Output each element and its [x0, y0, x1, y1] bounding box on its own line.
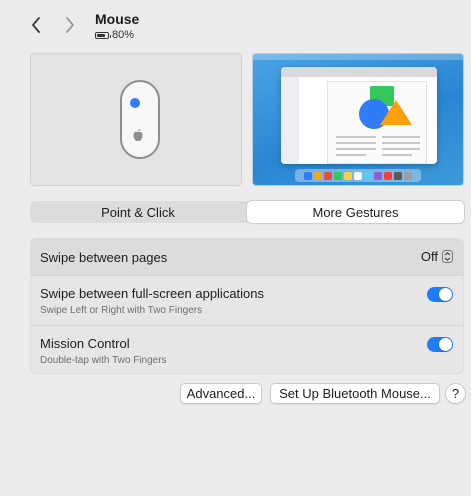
header: Mouse 80%	[0, 0, 471, 48]
text-line	[382, 154, 412, 156]
help-button[interactable]: ?	[445, 383, 466, 404]
dock-app-icon	[314, 171, 322, 180]
dock-app-icon	[334, 171, 342, 180]
text-line	[336, 148, 376, 150]
setup-bluetooth-mouse-button[interactable]: Set Up Bluetooth Mouse...	[270, 383, 440, 404]
dock-app-icon	[344, 171, 352, 180]
chevron-right-icon	[66, 17, 74, 33]
dock-app-icon	[354, 171, 362, 180]
chevron-up-down-icon	[442, 250, 453, 263]
shapes-illustration	[359, 86, 412, 129]
swipe-fullscreen-description: Swipe Left or Right with Two Fingers	[40, 305, 203, 316]
setting-row-swipe-fullscreen: Swipe between full-screen applications S…	[31, 275, 463, 325]
mission-control-toggle[interactable]	[427, 337, 453, 352]
page-title: Mouse	[95, 11, 140, 27]
text-line	[382, 148, 420, 150]
text-line	[336, 142, 376, 144]
swipe-pages-label: Swipe between pages	[40, 250, 168, 265]
setting-row-swipe-pages: Swipe between pages Off	[31, 239, 463, 275]
swipe-fullscreen-toggle[interactable]	[427, 287, 453, 302]
preview-menubar	[253, 54, 463, 60]
battery-icon	[95, 31, 111, 39]
dock-app-icon	[394, 171, 402, 180]
toggle-knob	[439, 288, 452, 301]
mouse-illustration-panel	[30, 53, 242, 186]
text-line	[382, 142, 420, 144]
swipe-fullscreen-label: Swipe between full-screen applications	[40, 286, 265, 301]
swipe-pages-value: Off	[420, 249, 438, 264]
dock-app-icon	[374, 171, 382, 180]
mission-control-label: Mission Control	[40, 336, 130, 351]
dock-app-icon	[364, 171, 372, 180]
touch-indicator-dot	[130, 98, 140, 108]
battery-status: 80%	[95, 29, 134, 41]
preview-dock	[295, 169, 421, 182]
preview-window	[281, 67, 437, 164]
battery-percentage: 80%	[112, 29, 135, 41]
tab-more-gestures[interactable]: More Gestures	[247, 201, 464, 223]
text-line	[336, 154, 366, 156]
dock-app-icon	[324, 171, 332, 180]
setting-row-mission-control: Mission Control Double-tap with Two Fing…	[31, 325, 463, 373]
text-line	[382, 136, 420, 138]
mission-control-description: Double-tap with Two Fingers	[40, 355, 167, 366]
toggle-knob	[439, 338, 452, 351]
tab-point-and-click[interactable]: Point & Click	[30, 201, 246, 223]
apple-logo-icon	[133, 128, 143, 141]
preview-window-sidebar	[281, 77, 299, 164]
gesture-settings-list: Swipe between pages Off Swipe between fu…	[30, 238, 464, 374]
chevron-left-icon	[32, 17, 40, 33]
text-line	[336, 136, 376, 138]
gesture-tab-control: Point & Click More Gestures	[30, 201, 464, 223]
back-button[interactable]	[26, 14, 46, 36]
dock-app-icon	[304, 171, 312, 180]
mouse-icon	[120, 80, 160, 159]
gesture-preview-image	[252, 53, 464, 186]
swipe-pages-popup[interactable]: Off	[421, 249, 453, 264]
dock-app-icon	[404, 171, 412, 180]
preview-document	[327, 81, 427, 164]
preview-window-toolbar	[281, 67, 437, 77]
forward-button[interactable]	[60, 14, 80, 36]
dock-app-icon	[384, 171, 392, 180]
advanced-button[interactable]: Advanced...	[180, 383, 262, 404]
